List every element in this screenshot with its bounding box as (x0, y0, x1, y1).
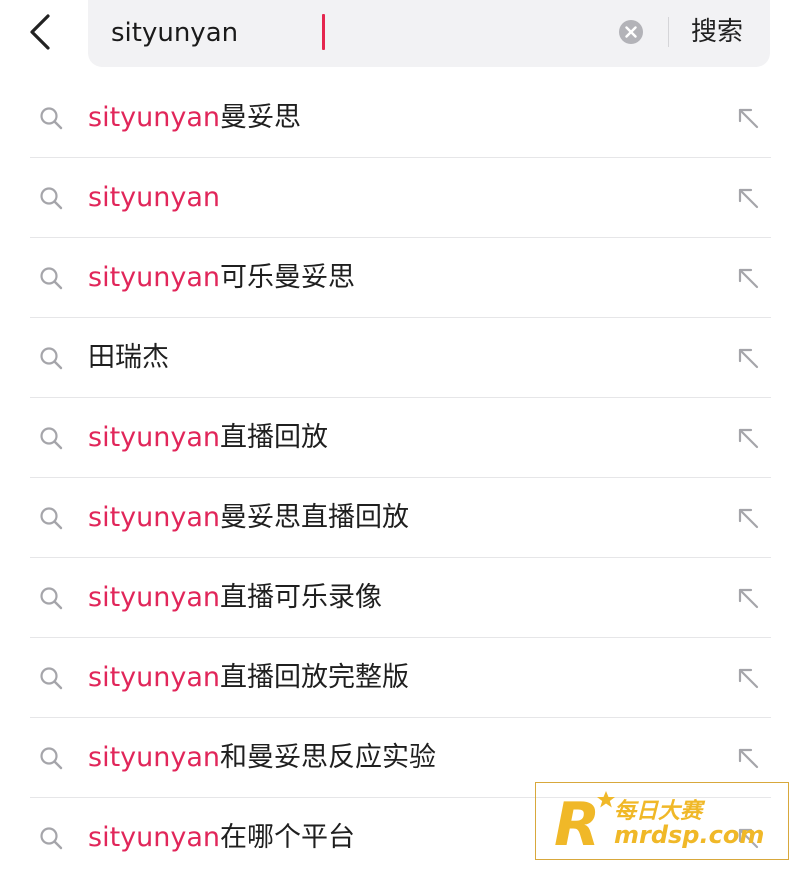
arrow-up-left-icon[interactable] (736, 506, 760, 530)
suggestion-match: sityunyan (88, 662, 220, 693)
suggestion-rest: 田瑞杰 (88, 342, 169, 373)
svg-text:R: R (554, 790, 600, 853)
suggestion-item[interactable]: sityunyan直播回放 (30, 398, 771, 478)
text-caret (322, 14, 325, 50)
watermark-url: mrdsp.com (614, 821, 765, 849)
suggestion-rest: 和曼妥思反应实验 (220, 742, 436, 773)
suggestion-rest: 直播可乐录像 (220, 582, 382, 613)
suggestion-label: 田瑞杰 (88, 338, 169, 378)
suggestion-rest: 在哪个平台 (220, 822, 355, 853)
arrow-up-left-icon[interactable] (736, 426, 760, 450)
arrow-up-left-icon[interactable] (736, 346, 760, 370)
arrow-up-left-icon[interactable] (736, 746, 760, 770)
suggestion-match: sityunyan (88, 422, 220, 453)
search-icon (40, 507, 63, 530)
suggestion-item[interactable]: sityunyan (30, 158, 771, 238)
suggestion-match: sityunyan (88, 822, 220, 853)
search-icon (40, 347, 63, 370)
suggestion-item[interactable]: 田瑞杰 (30, 318, 771, 398)
search-icon (40, 427, 63, 450)
search-icon (40, 827, 63, 850)
suggestion-item[interactable]: sityunyan直播可乐录像 (30, 558, 771, 638)
arrow-up-left-icon[interactable] (736, 106, 760, 130)
suggestion-label: sityunyan直播回放 (88, 418, 328, 458)
search-submit-button[interactable]: 搜索 (691, 14, 743, 50)
suggestion-match: sityunyan (88, 582, 220, 613)
search-icon (40, 267, 63, 290)
suggestion-label: sityunyan直播可乐录像 (88, 578, 382, 618)
search-box[interactable]: sityunyan 搜索 (88, 0, 770, 67)
clear-button[interactable] (618, 19, 644, 45)
search-icon (40, 667, 63, 690)
suggestion-label: sityunyan和曼妥思反应实验 (88, 738, 436, 778)
search-icon (40, 587, 63, 610)
suggestion-label: sityunyan (88, 178, 220, 218)
arrow-up-left-icon[interactable] (736, 666, 760, 690)
suggestion-rest: 直播回放完整版 (220, 662, 409, 693)
suggestion-match: sityunyan (88, 182, 220, 213)
arrow-up-left-icon[interactable] (736, 266, 760, 290)
search-icon (40, 187, 63, 210)
suggestion-item[interactable]: sityunyan可乐曼妥思 (30, 238, 771, 318)
search-input[interactable]: sityunyan (111, 15, 238, 51)
suggestion-item[interactable]: sityunyan曼妥思 (30, 78, 771, 158)
search-icon (40, 747, 63, 770)
arrow-up-left-icon[interactable] (736, 586, 760, 610)
watermark-logo: R (554, 790, 615, 853)
back-button[interactable] (22, 12, 62, 52)
suggestion-match: sityunyan (88, 102, 220, 133)
arrow-up-left-icon[interactable] (736, 186, 760, 210)
suggestion-match: sityunyan (88, 502, 220, 533)
suggestion-rest: 直播回放 (220, 422, 328, 453)
chevron-left-icon (30, 14, 50, 50)
search-icon (40, 107, 63, 130)
suggestion-label: sityunyan直播回放完整版 (88, 658, 409, 698)
suggestion-item[interactable]: sityunyan曼妥思直播回放 (30, 478, 771, 558)
suggestion-match: sityunyan (88, 262, 220, 293)
suggestion-rest: 曼妥思 (220, 102, 301, 133)
suggestion-rest: 可乐曼妥思 (220, 262, 355, 293)
suggestion-label: sityunyan可乐曼妥思 (88, 258, 355, 298)
watermark: R 每日大赛 mrdsp.com (535, 782, 789, 860)
suggestion-label: sityunyan曼妥思直播回放 (88, 498, 409, 538)
suggestion-rest: 曼妥思直播回放 (220, 502, 409, 533)
suggestion-list: sityunyan曼妥思 sityunyan sityunyan可乐曼妥思 田瑞杰 si… (30, 78, 771, 878)
search-divider (668, 17, 669, 47)
clear-icon (619, 20, 643, 44)
suggestion-item[interactable]: sityunyan直播回放完整版 (30, 638, 771, 718)
top-bar: sityunyan 搜索 (0, 0, 800, 78)
suggestion-label: sityunyan曼妥思 (88, 98, 301, 138)
suggestion-match: sityunyan (88, 742, 220, 773)
suggestion-label: sityunyan在哪个平台 (88, 818, 355, 858)
